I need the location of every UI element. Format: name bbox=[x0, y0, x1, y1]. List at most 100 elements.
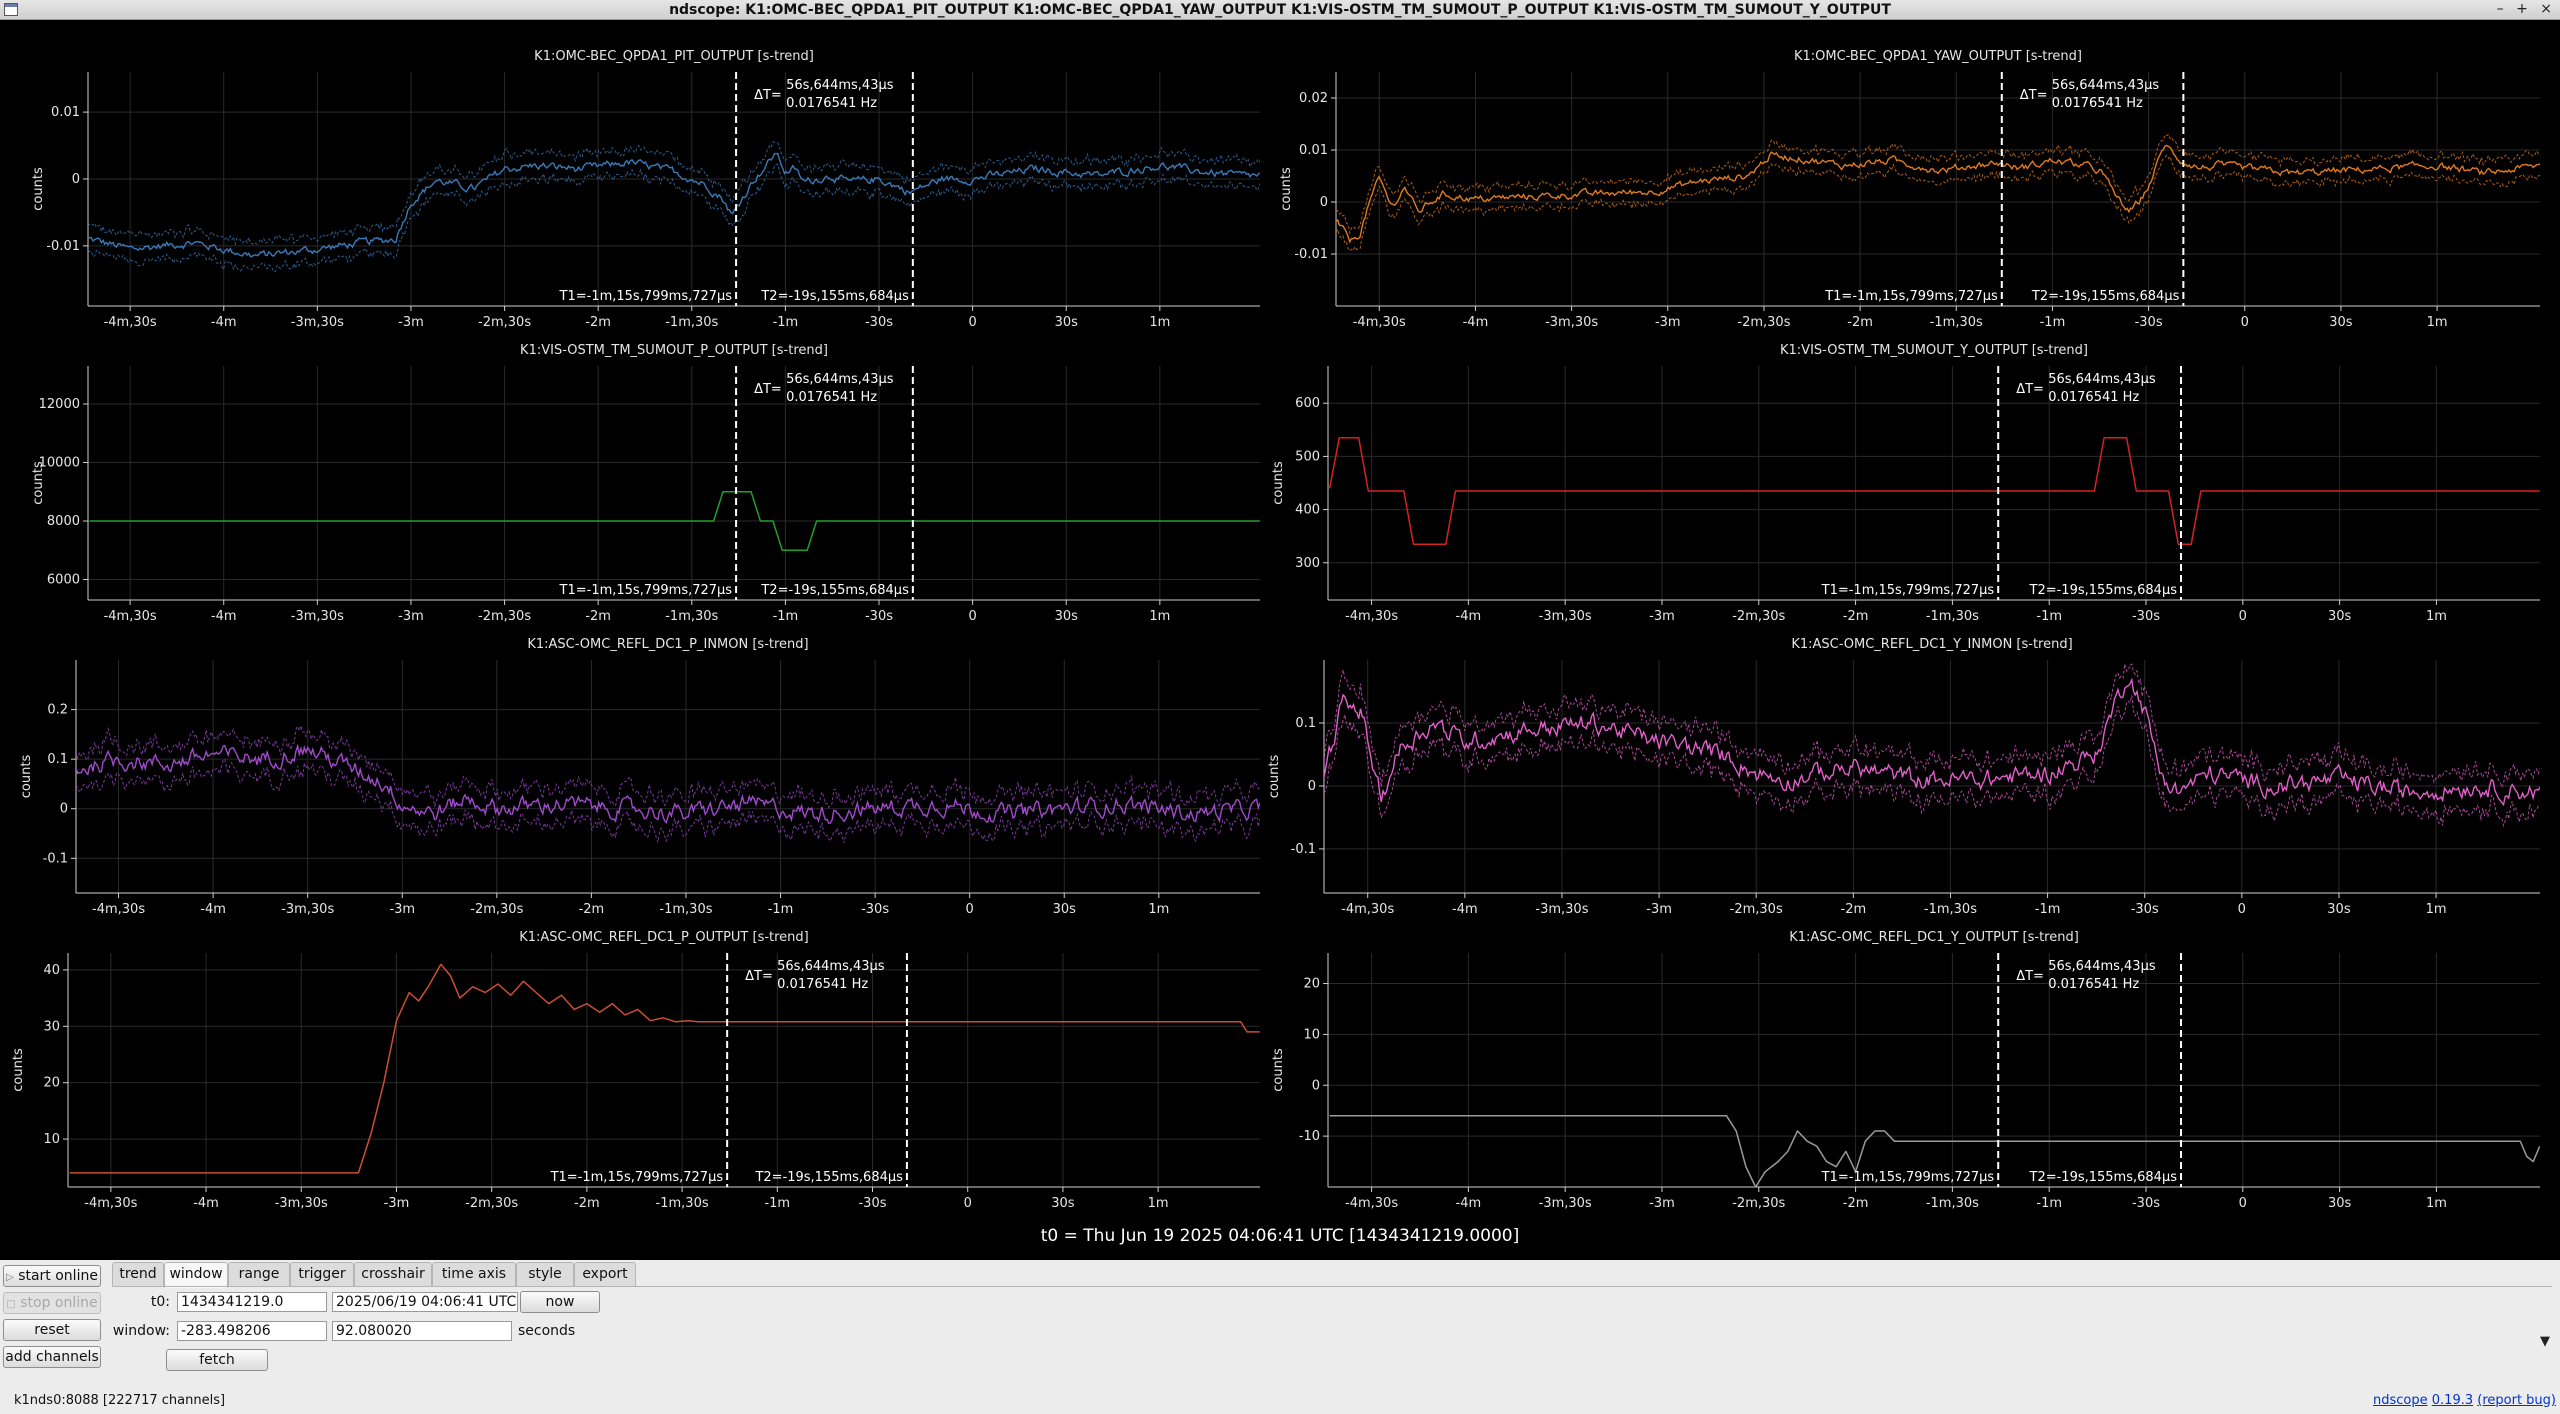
delta-freq-value: 0.0176541 Hz bbox=[786, 96, 877, 111]
y-tick-label: -0.1 bbox=[43, 851, 68, 866]
maximize-icon[interactable]: + bbox=[2516, 1, 2532, 17]
y-axis-label: counts bbox=[1279, 167, 1294, 211]
y-tick-label: 0 bbox=[1312, 1078, 1320, 1093]
x-tick-label: 0 bbox=[968, 315, 976, 330]
window-titlebar: ndscope: K1:OMC-BEC_QPDA1_PIT_OUTPUT K1:… bbox=[0, 0, 2560, 20]
control-panel: ▷ start online □ stop online reset add c… bbox=[0, 1260, 2560, 1414]
cursor-t1-label: T1=-1m,15s,799ms,727μs bbox=[1821, 1170, 1995, 1185]
x-tick-label: -2m,30s bbox=[470, 902, 523, 917]
minimize-icon[interactable]: – bbox=[2497, 1, 2508, 17]
x-tick-label: 0 bbox=[2239, 609, 2247, 624]
x-tick-label: -4m bbox=[1456, 609, 1482, 624]
tab-trend[interactable]: trend bbox=[112, 1262, 164, 1286]
stop-online-button[interactable]: □ stop online bbox=[3, 1292, 101, 1314]
x-tick-label: -2m bbox=[1841, 902, 1867, 917]
x-tick-label: -1m,30s bbox=[659, 902, 712, 917]
x-tick-label: -2m,30s bbox=[478, 315, 531, 330]
plot-panel: -4m,30s -4m -3m,30s -3m -2m,30s -2m -1m,30s -1m… bbox=[1271, 930, 2540, 1211]
x-tick-label: -4m,30s bbox=[92, 902, 145, 917]
t0-utc-input[interactable]: 2025/06/19 04:06:41 UTC bbox=[332, 1292, 518, 1312]
series-line bbox=[69, 963, 1260, 1174]
x-tick-label: -1m,30s bbox=[1926, 609, 1979, 624]
y-tick-label: 0.2 bbox=[47, 703, 68, 718]
x-tick-label: -4m,30s bbox=[84, 1196, 137, 1211]
delta-t-label: ΔT= bbox=[2016, 969, 2044, 984]
t0-gps-input[interactable]: 1434341219.0 bbox=[177, 1292, 327, 1312]
cursor-t2-label: T2=-19s,155ms,684μs bbox=[754, 1170, 903, 1185]
series-mean-line bbox=[88, 152, 1260, 258]
x-tick-label: -30s bbox=[2132, 609, 2160, 624]
start-online-button[interactable]: ▷ start online bbox=[3, 1265, 101, 1287]
y-axis-label: counts bbox=[1267, 755, 1282, 799]
tab-trigger[interactable]: trigger bbox=[290, 1262, 354, 1286]
fetch-button[interactable]: fetch bbox=[166, 1349, 268, 1371]
x-tick-label: -2m,30s bbox=[1732, 609, 1785, 624]
cursor-t2-label: T2=-19s,155ms,684μs bbox=[760, 289, 909, 304]
x-tick-label: -4m bbox=[211, 315, 237, 330]
x-tick-label: -1m bbox=[773, 609, 799, 624]
window-controls: – + × bbox=[2497, 1, 2556, 17]
plots-canvas[interactable]: -4m,30s -4m -3m,30s -3m -2m,30s -2m -1m,30s -1m… bbox=[0, 20, 2560, 1225]
cursor-t1-label: T1=-1m,15s,799ms,727μs bbox=[1824, 289, 1998, 304]
series-max-line bbox=[76, 724, 1260, 810]
y-tick-label: 10 bbox=[1303, 1027, 1320, 1042]
report-bug-link[interactable]: (report bug) bbox=[2477, 1393, 2556, 1408]
tab-export[interactable]: export bbox=[574, 1262, 636, 1286]
x-tick-label: -3m,30s bbox=[1535, 902, 1588, 917]
plot-panel: -4m,30s -4m -3m,30s -3m -2m,30s -2m -1m,30s -1m… bbox=[1267, 637, 2540, 917]
plot-title: K1:ASC-OMC_REFL_DC1_P_INMON [s-trend] bbox=[527, 637, 808, 652]
x-tick-label: -4m,30s bbox=[104, 609, 157, 624]
series-group bbox=[89, 491, 1260, 552]
x-tick-label: 1m bbox=[2426, 1196, 2447, 1211]
collapse-icon[interactable]: ▼ bbox=[2540, 1334, 2550, 1349]
x-tick-label: -3m bbox=[1646, 902, 1672, 917]
cursor-t2-label: T2=-19s,155ms,684μs bbox=[2029, 583, 2178, 598]
x-tick-label: -30s bbox=[865, 609, 893, 624]
delta-t-label: ΔT= bbox=[745, 969, 773, 984]
tab-window[interactable]: window bbox=[164, 1262, 228, 1288]
x-tick-label: 30s bbox=[2328, 609, 2352, 624]
y-tick-label: 600 bbox=[1295, 396, 1320, 411]
now-button[interactable]: now bbox=[520, 1291, 600, 1313]
x-tick-label: -3m bbox=[398, 609, 424, 624]
x-tick-label: -1m bbox=[764, 1196, 790, 1211]
y-tick-label: 0.01 bbox=[1299, 143, 1328, 158]
x-tick-label: -3m,30s bbox=[275, 1196, 328, 1211]
y-tick-label: 20 bbox=[1303, 977, 1320, 992]
x-tick-label: 1m bbox=[1148, 902, 1169, 917]
x-tick-label: -4m,30s bbox=[1345, 609, 1398, 624]
x-tick-label: -1m,30s bbox=[1924, 902, 1977, 917]
x-tick-label: -2m,30s bbox=[1737, 315, 1790, 330]
version-link[interactable]: 0.19.3 bbox=[2432, 1393, 2473, 1408]
x-tick-label: -4m bbox=[200, 902, 226, 917]
reset-button[interactable]: reset bbox=[3, 1319, 101, 1341]
x-tick-label: -4m bbox=[1463, 315, 1489, 330]
tab-crosshair[interactable]: crosshair bbox=[354, 1262, 432, 1286]
ndscope-link[interactable]: ndscope bbox=[2373, 1393, 2428, 1408]
y-tick-label: -0.01 bbox=[46, 239, 80, 254]
x-tick-label: 0 bbox=[2239, 1196, 2247, 1211]
cursor-t1-label: T1=-1m,15s,799ms,727μs bbox=[559, 583, 733, 598]
delta-t-value: 56s,644ms,43μs bbox=[777, 959, 885, 974]
x-tick-label: -2m,30s bbox=[1732, 1196, 1785, 1211]
series-group bbox=[1336, 134, 2540, 252]
tab-range[interactable]: range bbox=[228, 1262, 290, 1286]
close-icon[interactable]: × bbox=[2540, 1, 2556, 17]
x-tick-label: -4m bbox=[193, 1196, 219, 1211]
delta-t-value: 56s,644ms,43μs bbox=[2048, 959, 2156, 974]
delta-freq-value: 0.0176541 Hz bbox=[2048, 390, 2139, 405]
series-max-line bbox=[1324, 663, 2540, 789]
plot-title: K1:OMC-BEC_QPDA1_PIT_OUTPUT [s-trend] bbox=[534, 49, 814, 64]
plot-title: K1:VIS-OSTM_TM_SUMOUT_Y_OUTPUT [s-trend] bbox=[1780, 343, 2088, 358]
delta-freq-value: 0.0176541 Hz bbox=[777, 977, 868, 992]
cursor-t1-label: T1=-1m,15s,799ms,727μs bbox=[550, 1170, 724, 1185]
window-start-input[interactable]: -283.498206 bbox=[177, 1321, 327, 1341]
y-tick-label: 500 bbox=[1295, 449, 1320, 464]
x-tick-label: -4m,30s bbox=[1353, 315, 1406, 330]
add-channels-button[interactable]: add channels bbox=[3, 1346, 101, 1368]
x-tick-label: 30s bbox=[1051, 1196, 1075, 1211]
window-end-input[interactable]: 92.080020 bbox=[332, 1321, 512, 1341]
tab-time-axis[interactable]: time axis bbox=[432, 1262, 516, 1286]
tab-style[interactable]: style bbox=[516, 1262, 574, 1286]
y-tick-label: 20 bbox=[43, 1076, 60, 1091]
